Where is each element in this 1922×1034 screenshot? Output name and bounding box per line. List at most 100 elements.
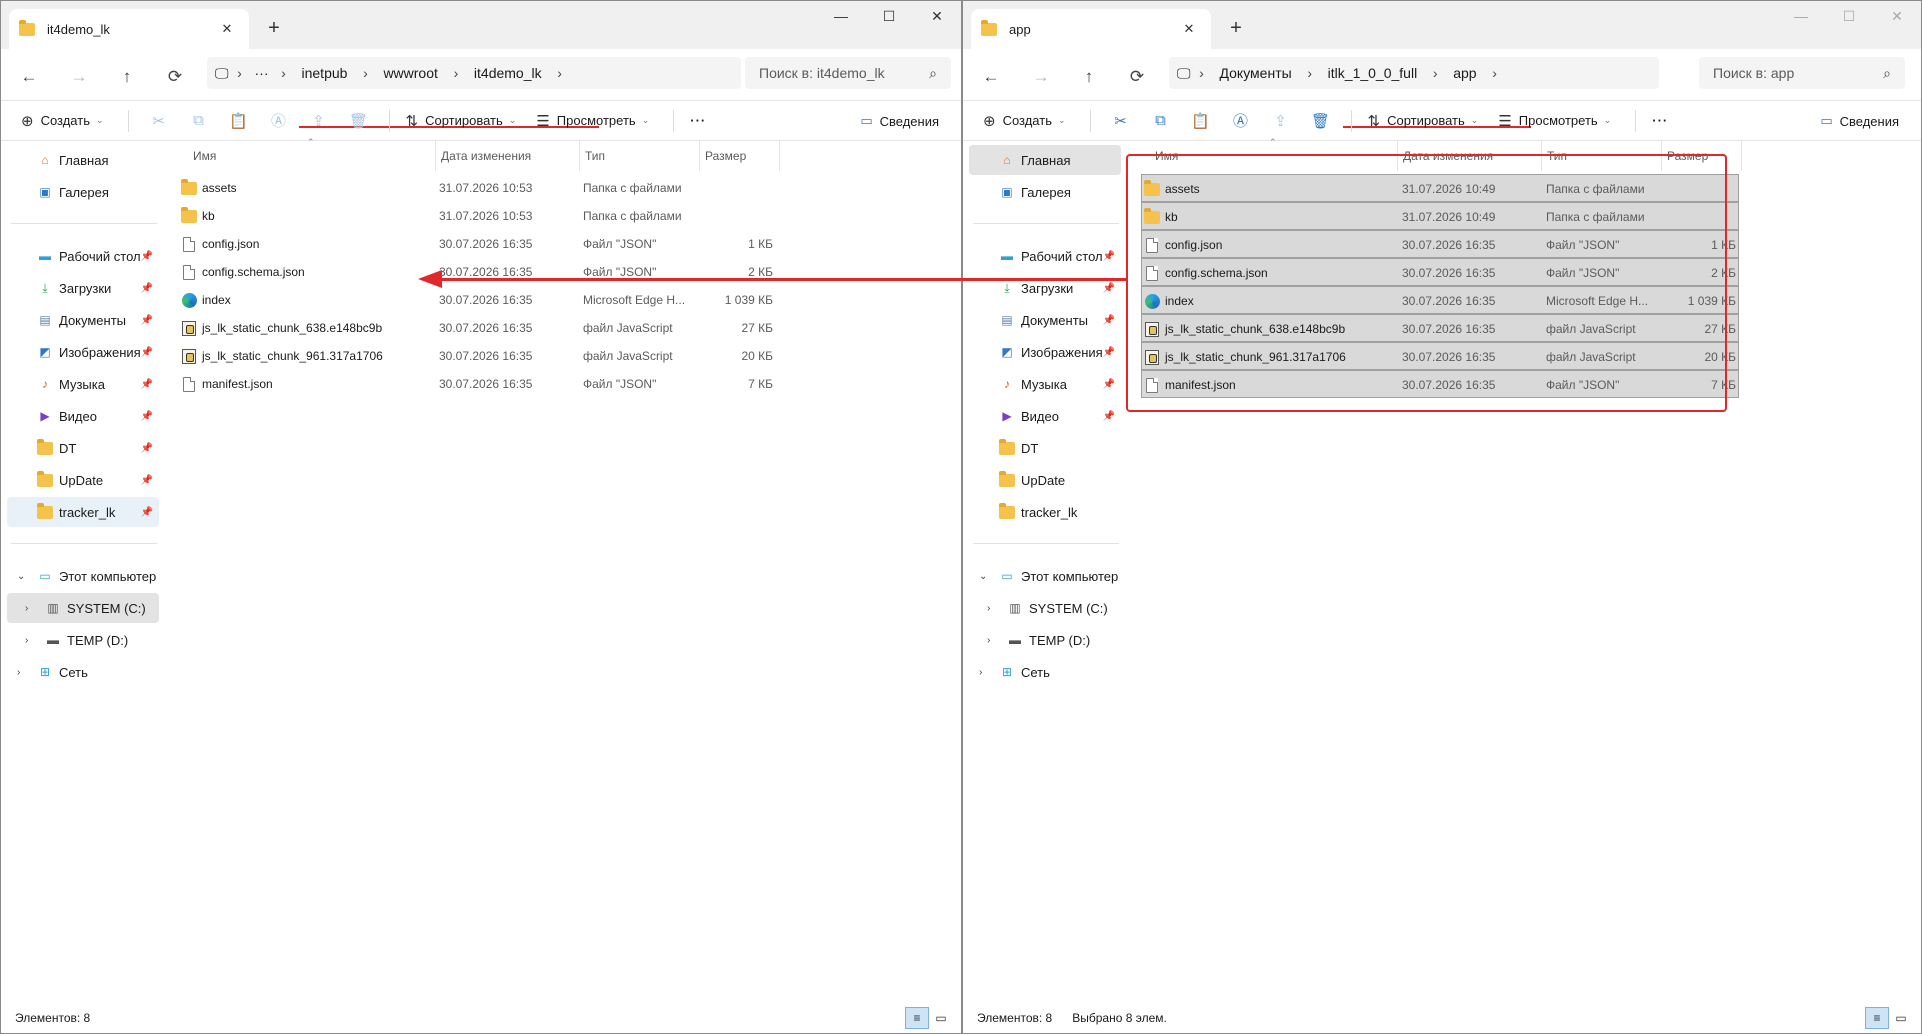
cut-icon[interactable]: ✂ (139, 106, 179, 136)
details-button[interactable]: ▭ Сведения (1820, 106, 1899, 136)
up-button[interactable]: ↑ (1075, 63, 1103, 91)
sidebar-item-pictures[interactable]: ◩ Изображения 📌 (7, 337, 159, 367)
breadcrumb-item[interactable]: app (1446, 57, 1483, 89)
close-window-button[interactable]: ✕ (913, 1, 961, 31)
breadcrumb-item[interactable]: it4demo_lk (467, 57, 549, 89)
sidebar-item-desktop[interactable]: ▬ Рабочий стол 📌 (969, 241, 1121, 271)
column-divider[interactable] (1741, 141, 1742, 171)
cut-icon[interactable]: ✂ (1101, 106, 1141, 136)
back-button[interactable]: ← (15, 63, 43, 91)
sidebar-item-this-pc[interactable]: ⌄ ▭ Этот компьютер (969, 561, 1121, 591)
back-button[interactable]: ← (977, 63, 1005, 91)
refresh-button[interactable]: ⟳ (161, 63, 189, 91)
sidebar-item-documents[interactable]: ▤ Документы 📌 (7, 305, 159, 335)
file-row[interactable]: config.json 30.07.2026 16:35 Файл "JSON" 1 … (177, 230, 781, 258)
maximize-button[interactable]: ☐ (1825, 1, 1873, 31)
view-button[interactable]: ☰ Просмотреть ⌄ (1492, 106, 1617, 136)
sidebar-item-this-pc[interactable]: ⌄ ▭ Этот компьютер (7, 561, 159, 591)
tiles-view-icon[interactable]: ▭ (1889, 1007, 1913, 1029)
sidebar-item-downloads[interactable]: ⤓ Загрузки 📌 (7, 273, 159, 303)
column-divider[interactable] (435, 141, 436, 171)
breadcrumb-item[interactable]: inetpub (295, 57, 355, 89)
rename-icon[interactable]: Ⓐ (1221, 106, 1261, 136)
column-divider[interactable] (579, 141, 580, 171)
create-button[interactable]: ⊕ Создать ⌄ (15, 106, 110, 136)
maximize-button[interactable]: ☐ (865, 1, 913, 31)
delete-icon[interactable]: 🗑 (1301, 106, 1341, 136)
sidebar-item-music[interactable]: ♪ Музыка 📌 (7, 369, 159, 399)
share-icon[interactable]: ⇪ (299, 106, 339, 136)
close-icon[interactable]: ✕ (215, 17, 239, 41)
sidebar-item-dt[interactable]: DT 📌 (7, 433, 159, 463)
up-button[interactable]: ↑ (113, 63, 141, 91)
file-row[interactable]: index 30.07.2026 16:35 Microsoft Edge H...… (177, 286, 781, 314)
paste-icon[interactable]: 📋 (1181, 106, 1221, 136)
sidebar-item-desktop[interactable]: ▬ Рабочий стол 📌 (7, 241, 159, 271)
breadcrumb-item[interactable]: Документы (1213, 57, 1299, 89)
create-button[interactable]: ⊕ Создать ⌄ (977, 106, 1072, 136)
chevron-right-icon[interactable]: › (979, 667, 982, 678)
close-icon[interactable]: ✕ (1177, 17, 1201, 41)
column-header-date[interactable]: Дата изменения (441, 149, 531, 163)
sidebar-item-gallery[interactable]: ▣ Галерея (969, 177, 1121, 207)
sidebar-item-drive-c[interactable]: › ▥ SYSTEM (C:) (7, 593, 159, 623)
rename-icon[interactable]: Ⓐ (259, 106, 299, 136)
chevron-right-icon[interactable]: › (1484, 65, 1506, 81)
file-row[interactable]: config.schema.json 30.07.2026 16:35 Файл "… (177, 258, 781, 286)
address-bar[interactable]: 🖵 › ··· › inetpub › wwwroot › it4demo_lk… (207, 57, 741, 89)
tab-active[interactable]: app ✕ (971, 9, 1211, 49)
details-view-icon[interactable]: ≡ (1865, 1007, 1889, 1029)
sidebar-item-gallery[interactable]: ▣ Галерея (7, 177, 159, 207)
chevron-right-icon[interactable]: › (25, 603, 28, 614)
column-header-type[interactable]: Тип (585, 149, 605, 163)
chevron-right-icon[interactable]: › (987, 603, 990, 614)
sidebar-item-videos[interactable]: ▶ Видео 📌 (969, 401, 1121, 431)
new-tab-button[interactable]: + (1221, 13, 1251, 43)
sidebar-item-drive-d[interactable]: › ▬ TEMP (D:) (969, 625, 1121, 655)
sidebar-item-dt[interactable]: DT (969, 433, 1121, 463)
sidebar-item-network[interactable]: › ⊞ Сеть (7, 657, 159, 687)
search-input[interactable]: Поиск в: app ⌕ (1699, 57, 1905, 89)
refresh-button[interactable]: ⟳ (1123, 63, 1151, 91)
details-button[interactable]: ▭ Сведения (860, 106, 939, 136)
tab-active[interactable]: it4demo_lk ✕ (9, 9, 249, 49)
file-row[interactable]: manifest.json 30.07.2026 16:35 Файл "JSON"… (177, 370, 781, 398)
delete-icon[interactable]: 🗑 (339, 106, 379, 136)
sidebar-item-documents[interactable]: ▤ Документы 📌 (969, 305, 1121, 335)
breadcrumb-item[interactable]: wwwroot (376, 57, 444, 89)
chevron-down-icon[interactable]: ⌄ (979, 571, 987, 582)
share-icon[interactable]: ⇪ (1261, 106, 1301, 136)
sidebar-item-home[interactable]: ⌂ Главная (7, 145, 159, 175)
sidebar-item-tracker-lk[interactable]: tracker_lk 📌 (7, 497, 159, 527)
forward-button[interactable]: → (65, 63, 93, 91)
file-row[interactable]: js_lk_static_chunk_638.e148bc9b 30.07.202… (177, 314, 781, 342)
view-button[interactable]: ☰ Просмотреть ⌄ (530, 106, 655, 136)
sort-button[interactable]: ⇅ Сортировать ⌄ (1362, 106, 1485, 136)
new-tab-button[interactable]: + (259, 13, 289, 43)
file-row[interactable]: assets 31.07.2026 10:53 Папка с файлами (177, 174, 781, 202)
chevron-right-icon[interactable]: › (354, 65, 376, 81)
more-options-button[interactable]: ··· (1646, 106, 1674, 136)
sidebar-item-network[interactable]: › ⊞ Сеть (969, 657, 1121, 687)
column-header-name[interactable]: Имя (193, 149, 216, 163)
forward-button[interactable]: → (1027, 63, 1055, 91)
address-bar[interactable]: 🖵 › Документы › itlk_1_0_0_full › app › (1169, 57, 1659, 89)
more-options-button[interactable]: ··· (684, 106, 712, 136)
column-divider[interactable] (699, 141, 700, 171)
sidebar-item-drive-c[interactable]: › ▥ SYSTEM (C:) (969, 593, 1121, 623)
column-divider[interactable] (779, 141, 780, 171)
close-window-button[interactable]: ✕ (1873, 1, 1921, 31)
minimize-button[interactable]: — (1777, 1, 1825, 31)
chevron-right-icon[interactable]: › (445, 65, 467, 81)
chevron-down-icon[interactable]: ⌄ (17, 571, 25, 582)
chevron-right-icon[interactable]: › (25, 635, 28, 646)
column-header-size[interactable]: Размер (705, 149, 746, 163)
chevron-right-icon[interactable]: › (1424, 65, 1446, 81)
file-row[interactable]: kb 31.07.2026 10:53 Папка с файлами (177, 202, 781, 230)
sidebar-item-update[interactable]: UpDate 📌 (7, 465, 159, 495)
sidebar-item-pictures[interactable]: ◩ Изображения 📌 (969, 337, 1121, 367)
chevron-right-icon[interactable]: › (549, 65, 571, 81)
minimize-button[interactable]: — (817, 1, 865, 31)
copy-icon[interactable]: ⧉ (1141, 106, 1181, 136)
sidebar-item-tracker-lk[interactable]: tracker_lk (969, 497, 1121, 527)
